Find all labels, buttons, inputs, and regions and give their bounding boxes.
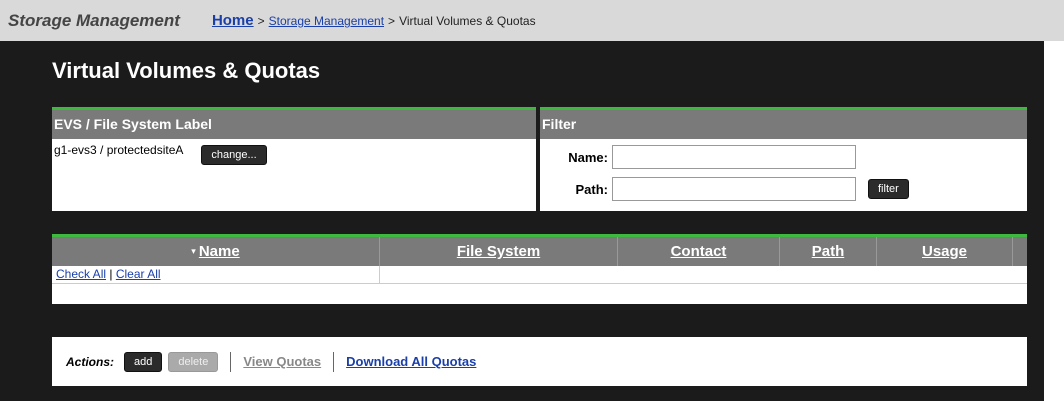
column-header-label: Name (198, 243, 240, 260)
check-all-link[interactable]: Check All (56, 267, 106, 281)
path-label: Path: (575, 181, 609, 197)
column-header-contact[interactable]: Contact (618, 237, 780, 266)
column-header-name[interactable]: ▾ Name (52, 237, 380, 266)
add-button[interactable]: add (124, 351, 163, 372)
divider (333, 351, 335, 372)
column-header-spacer (1013, 237, 1027, 266)
download-all-quotas-link[interactable]: Download All Quotas (346, 354, 476, 369)
breadcrumb-separator: > (388, 14, 396, 28)
path-input[interactable] (612, 177, 856, 201)
actions-label: Actions: (66, 354, 114, 369)
divider (230, 351, 232, 372)
app-title: Storage Management (8, 10, 180, 30)
column-header-path[interactable]: Path (780, 237, 877, 266)
filter-panel: Filter Name: Path: filter (540, 107, 1027, 211)
clear-all-link[interactable]: Clear All (116, 267, 161, 281)
column-header-usage[interactable]: Usage (877, 237, 1013, 266)
change-button[interactable]: change... (201, 145, 267, 165)
check-controls: Check All | Clear All (52, 266, 380, 283)
table-row: Check All | Clear All (52, 266, 1027, 284)
sort-down-icon: ▾ (191, 246, 196, 256)
name-label: Name: (568, 149, 608, 165)
evs-panel: EVS / File System Label g1-evs3 / protec… (52, 107, 536, 211)
main-content: Virtual Volumes & Quotas EVS / File Syst… (0, 41, 1044, 401)
delete-button[interactable]: delete (168, 351, 219, 372)
breadcrumb-current: Virtual Volumes & Quotas (399, 14, 536, 28)
column-header-file-system[interactable]: File System (380, 237, 618, 266)
breadcrumb-separator: > (257, 14, 265, 28)
top-bar: Storage Management Home > Storage Manage… (0, 0, 1064, 41)
evs-file-system-value: g1-evs3 / protectedsiteA (54, 143, 184, 157)
view-quotas-link[interactable]: View Quotas (243, 354, 321, 369)
name-input[interactable] (612, 145, 856, 169)
table-header: ▾ Name File System Contact Path Usage (52, 237, 1027, 266)
column-header-label: Path (811, 243, 845, 260)
filter-panel-header: Filter (540, 110, 1027, 139)
actions-bar: Actions: add delete View Quotas Download… (52, 337, 1027, 386)
breadcrumb: Home > Storage Management > Virtual Volu… (212, 12, 536, 29)
page-title: Virtual Volumes & Quotas (52, 58, 321, 83)
filter-button[interactable]: filter (868, 179, 909, 199)
breadcrumb-home-link[interactable]: Home (212, 12, 254, 29)
volumes-table: ▾ Name File System Contact Path Usage Ch… (52, 234, 1027, 304)
column-header-label: Contact (670, 243, 727, 260)
link-divider: | (109, 267, 113, 281)
evs-panel-header: EVS / File System Label (52, 110, 536, 139)
column-header-label: Usage (921, 243, 968, 260)
breadcrumb-storage-management-link[interactable]: Storage Management (269, 14, 384, 28)
column-header-label: File System (456, 243, 541, 260)
